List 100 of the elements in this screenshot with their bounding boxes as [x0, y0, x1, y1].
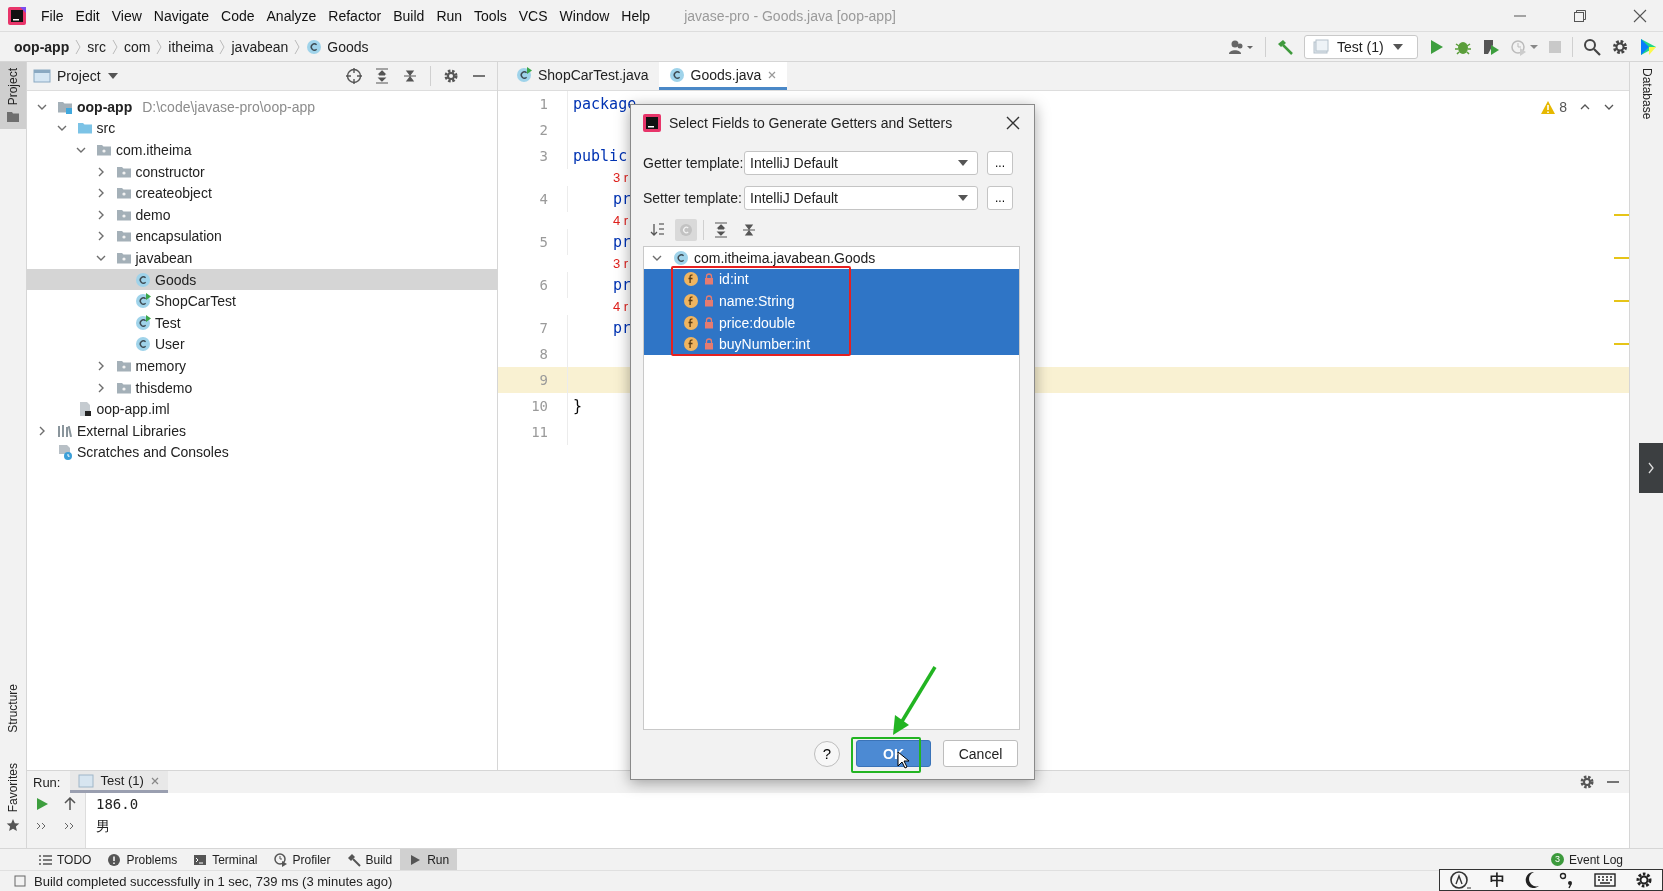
tool-window-tab[interactable]: Run — [400, 849, 458, 870]
tree-item[interactable]: com.itheima.javabean.Goods — [644, 247, 1019, 269]
menu-item[interactable]: Navigate — [147, 7, 216, 24]
menu-item[interactable]: Refactor — [322, 7, 388, 24]
settings-icon[interactable] — [1634, 871, 1653, 889]
menu-item[interactable]: Code — [215, 7, 261, 24]
tree-item[interactable]: constructor — [27, 160, 497, 183]
settings-icon[interactable] — [443, 68, 459, 84]
menu-item[interactable]: Edit — [69, 7, 106, 24]
tree-item[interactable]: thisdemo — [27, 376, 497, 399]
close-icon[interactable] — [1633, 8, 1647, 23]
menu-item[interactable]: Help — [615, 7, 657, 24]
template-dropdown[interactable]: IntelliJ Default — [744, 186, 978, 210]
tree-item[interactable]: Test — [27, 311, 497, 334]
breadcrumb[interactable]: com — [123, 38, 151, 55]
tool-window-tab[interactable]: Structure — [0, 677, 26, 739]
tree-item[interactable]: memory — [27, 355, 497, 377]
line-number: 9 — [498, 367, 568, 393]
arrow-up-icon[interactable] — [63, 797, 77, 811]
collapse-all-icon[interactable] — [402, 68, 418, 84]
usage-hint: 4 r — [612, 212, 630, 229]
settings-icon[interactable] — [1579, 774, 1595, 790]
class-icon — [135, 336, 151, 353]
tree-item[interactable]: oop-app.iml — [27, 398, 497, 420]
settings-icon[interactable] — [1611, 37, 1629, 56]
tree-item[interactable]: buyNumber:int — [644, 333, 1019, 355]
tool-window-tab[interactable]: Terminal — [185, 849, 266, 870]
tree-item[interactable]: price:double — [644, 311, 1019, 334]
menu-item[interactable]: View — [105, 7, 148, 24]
event-log-tab[interactable]: 3 Event Log — [1550, 852, 1663, 867]
shield-run-icon[interactable] — [1482, 37, 1500, 56]
menu-item[interactable]: Run — [430, 7, 469, 24]
hammer-icon[interactable] — [1276, 37, 1294, 56]
tree-item[interactable]: com.itheima — [27, 139, 497, 161]
panel-title-dropdown[interactable]: Project — [33, 68, 119, 84]
user-icon[interactable] — [1229, 38, 1255, 55]
menu-item[interactable]: VCS — [512, 7, 554, 24]
tool-window-tab[interactable]: Favorites — [0, 756, 26, 838]
console-tab[interactable]: Test (1) — [70, 771, 168, 793]
breadcrumb[interactable]: javabean — [231, 38, 289, 55]
warning-count[interactable]: 8 — [1541, 99, 1567, 115]
window-title: javase-pro - Goods.java [oop-app] — [684, 7, 896, 24]
square-icon[interactable] — [14, 875, 26, 887]
tool-window-tab[interactable]: Profiler — [265, 849, 339, 870]
menu-item[interactable]: Analyze — [260, 7, 323, 24]
restore-icon[interactable] — [1573, 8, 1587, 23]
close-icon[interactable] — [1006, 116, 1020, 130]
input-mode-toggle[interactable]: 中 — [1490, 870, 1506, 890]
browse-button[interactable]: ... — [987, 151, 1013, 175]
tree-item[interactable]: Goods — [27, 268, 497, 291]
menu-item[interactable]: Window — [553, 7, 616, 24]
tree-item[interactable]: encapsulation — [27, 225, 497, 248]
class-icon — [668, 66, 685, 83]
class-filter-toggle[interactable] — [675, 219, 697, 241]
tree-item[interactable]: createobject — [27, 182, 497, 204]
expand-all-icon[interactable] — [374, 68, 390, 84]
menu-item[interactable]: Tools — [468, 7, 513, 24]
tool-window-tab[interactable]: TODO — [30, 849, 100, 870]
tree-item[interactable]: name:String — [644, 290, 1019, 312]
keyboard-icon[interactable] — [1593, 872, 1616, 888]
tree-item[interactable]: javabean — [27, 247, 497, 269]
menu-item[interactable]: File — [35, 7, 70, 24]
folder-icon — [96, 142, 112, 158]
cancel-button[interactable]: Cancel — [943, 740, 1018, 767]
menu-item[interactable]: Build — [387, 7, 431, 24]
tool-window-tab[interactable]: Database — [1630, 62, 1663, 126]
tree-item[interactable]: oop-app D:\code\javase-pro\oop-app — [27, 96, 497, 118]
moon-icon[interactable] — [1524, 871, 1541, 889]
run-icon[interactable] — [1428, 38, 1444, 55]
tree-item[interactable]: ShopCarTest — [27, 290, 497, 312]
app-logo-icon — [8, 6, 26, 25]
input-method-icon[interactable] — [1449, 870, 1472, 890]
tool-window-tab[interactable]: Build — [338, 849, 401, 870]
more-icon[interactable] — [64, 821, 76, 831]
crosshair-icon[interactable] — [346, 68, 362, 84]
breadcrumb[interactable]: itheima — [168, 38, 214, 55]
more-icon[interactable] — [36, 821, 48, 831]
breadcrumb[interactable]: oop-app — [14, 38, 70, 55]
clock-run-icon[interactable] — [1510, 37, 1538, 56]
tree-item[interactable]: Scratches and Consoles — [27, 441, 497, 464]
tree-item[interactable]: External Libraries — [27, 419, 497, 442]
triangle-logo-icon[interactable] — [1639, 37, 1657, 56]
editor-tab[interactable]: Goods.java — [658, 62, 788, 90]
panel-expand-handle[interactable] — [1639, 443, 1663, 493]
punctuation-icon[interactable] — [1558, 871, 1575, 889]
help-button[interactable]: ? — [814, 740, 840, 767]
run-icon[interactable] — [35, 797, 49, 811]
tool-window-tab[interactable]: Problems — [99, 849, 186, 870]
tree-item[interactable]: demo — [27, 203, 497, 226]
run-configuration-dropdown[interactable]: Test (1) — [1304, 34, 1418, 59]
breadcrumb[interactable]: Goods — [306, 38, 369, 55]
tree-item[interactable]: src — [27, 117, 497, 140]
template-dropdown[interactable]: IntelliJ Default — [744, 151, 978, 175]
editor-tab[interactable]: ShopCarTest.java — [506, 62, 659, 90]
tree-item[interactable]: User — [27, 333, 497, 356]
tool-window-tab[interactable]: Project — [0, 62, 26, 130]
tree-item[interactable]: id:int — [644, 268, 1019, 291]
search-icon[interactable] — [1583, 37, 1601, 56]
browse-button[interactable]: ... — [987, 186, 1013, 210]
breadcrumb[interactable]: src — [87, 38, 106, 55]
